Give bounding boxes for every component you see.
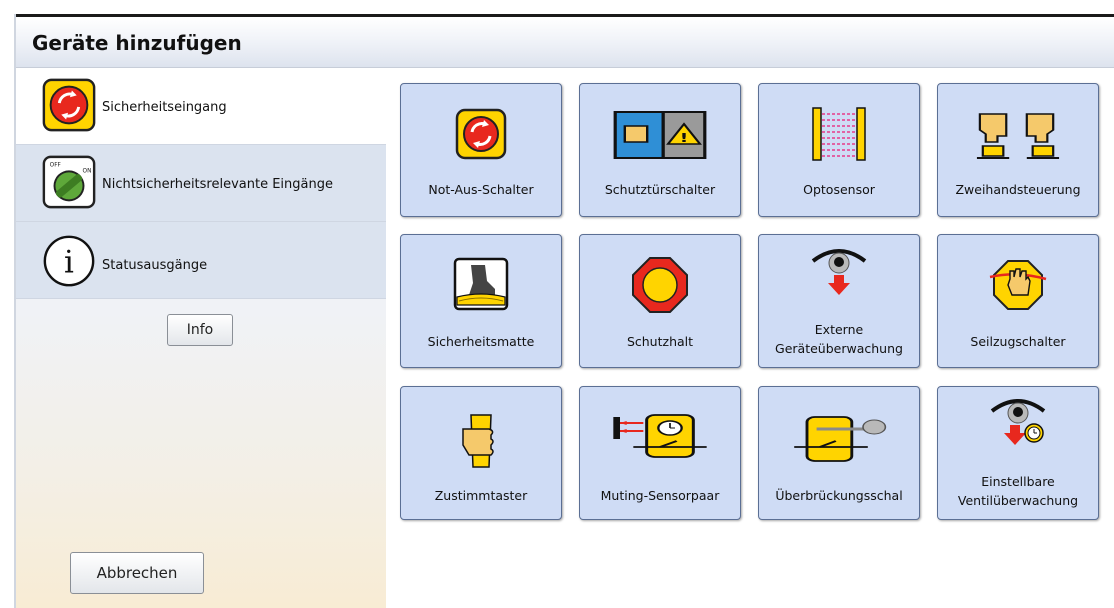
- device-tile-bypass-switch[interactable]: Überbrückungsschal: [758, 386, 920, 520]
- safety-door-switch-icon: !: [613, 111, 707, 159]
- device-grid: Not-Aus-Schalter ! Schutztürschalter Opt…: [386, 68, 1114, 608]
- device-label: Optosensor: [803, 182, 875, 197]
- device-label: Not-Aus-Schalter: [428, 182, 534, 197]
- category-label: Nichtsicherheitsrelevante Eingänge: [102, 177, 333, 192]
- rope-pull-switch-icon: [989, 260, 1047, 310]
- device-tile-protective-stop[interactable]: Schutzhalt: [579, 234, 741, 368]
- device-label: Muting-Sensorpaar: [600, 488, 720, 503]
- device-label: Zustimmtaster: [434, 488, 528, 503]
- device-label: Sicherheitsmatte: [427, 334, 535, 349]
- muting-sensor-pair-icon: [613, 414, 707, 458]
- device-tile-external-device-monitoring[interactable]: Externe Geräteüberwachung: [758, 234, 920, 368]
- category-sidebar: Sicherheitseingang OFF ON Nichtsicherhei…: [16, 68, 386, 608]
- device-tile-emergency-stop[interactable]: Not-Aus-Schalter: [400, 83, 562, 217]
- two-hand-control-icon: [976, 113, 1060, 159]
- device-tile-optosensor[interactable]: Optosensor: [758, 83, 920, 217]
- device-label: Zweihandsteuerung: [955, 182, 1081, 197]
- device-label-line1: Einstellbare: [981, 474, 1055, 489]
- svg-text:OFF: OFF: [50, 163, 61, 169]
- dialog-title: Geräte hinzufügen: [32, 31, 242, 55]
- svg-text:!: !: [680, 131, 689, 145]
- device-label: Schutzhalt: [626, 334, 694, 349]
- device-tile-safety-mat[interactable]: Sicherheitsmatte: [400, 234, 562, 368]
- category-label: Statusausgänge: [102, 258, 208, 273]
- external-device-monitoring-icon: [811, 249, 867, 295]
- category-safety-input[interactable]: Sicherheitseingang: [16, 68, 386, 145]
- device-tile-adjustable-valve-monitoring[interactable]: Einstellbare Ventilüberwachung: [937, 386, 1099, 520]
- device-tile-rope-pull-switch[interactable]: Seilzugschalter: [937, 234, 1099, 368]
- device-tile-muting-sensor-pair[interactable]: Muting-Sensorpaar: [579, 386, 741, 520]
- device-label: Schutztürschalter: [604, 182, 716, 197]
- emergency-stop-icon: [455, 108, 507, 160]
- dialog-window: Geräte hinzufügen Sicherheitseingang OFF…: [0, 0, 1114, 608]
- light-curtain-icon: [812, 107, 866, 161]
- off-on-switch-icon: OFF ON: [42, 155, 96, 209]
- device-tile-enabling-switch[interactable]: Zustimmtaster: [400, 386, 562, 520]
- svg-text:i: i: [64, 245, 74, 281]
- category-status-outputs[interactable]: i Statusausgänge: [16, 222, 386, 299]
- device-label-line2: Geräteüberwachung: [775, 341, 903, 356]
- enabling-switch-icon: [462, 414, 494, 468]
- info-circle-icon: i: [43, 235, 95, 287]
- info-button[interactable]: Info: [167, 314, 233, 346]
- device-label-line1: Externe: [814, 322, 864, 337]
- device-label: Überbrückungsschal: [775, 488, 903, 503]
- device-tile-safety-door-switch[interactable]: ! Schutztürschalter: [579, 83, 741, 217]
- adjustable-valve-monitoring-icon: [990, 399, 1046, 445]
- category-label: Sicherheitseingang: [102, 100, 227, 115]
- bypass-switch-icon: [794, 416, 887, 462]
- protective-stop-icon: [632, 257, 688, 313]
- device-label-line2: Ventilüberwachung: [957, 493, 1079, 508]
- emergency-stop-icon: [42, 78, 96, 132]
- cancel-button[interactable]: Abbrechen: [70, 552, 204, 594]
- safety-mat-icon: [453, 257, 509, 311]
- category-non-safety-inputs[interactable]: OFF ON Nichtsicherheitsrelevante Eingäng…: [16, 145, 386, 222]
- device-label: Seilzugschalter: [970, 334, 1066, 349]
- device-tile-two-hand-control[interactable]: Zweihandsteuerung: [937, 83, 1099, 217]
- title-bar: Geräte hinzufügen: [16, 17, 1114, 68]
- svg-text:ON: ON: [83, 168, 92, 174]
